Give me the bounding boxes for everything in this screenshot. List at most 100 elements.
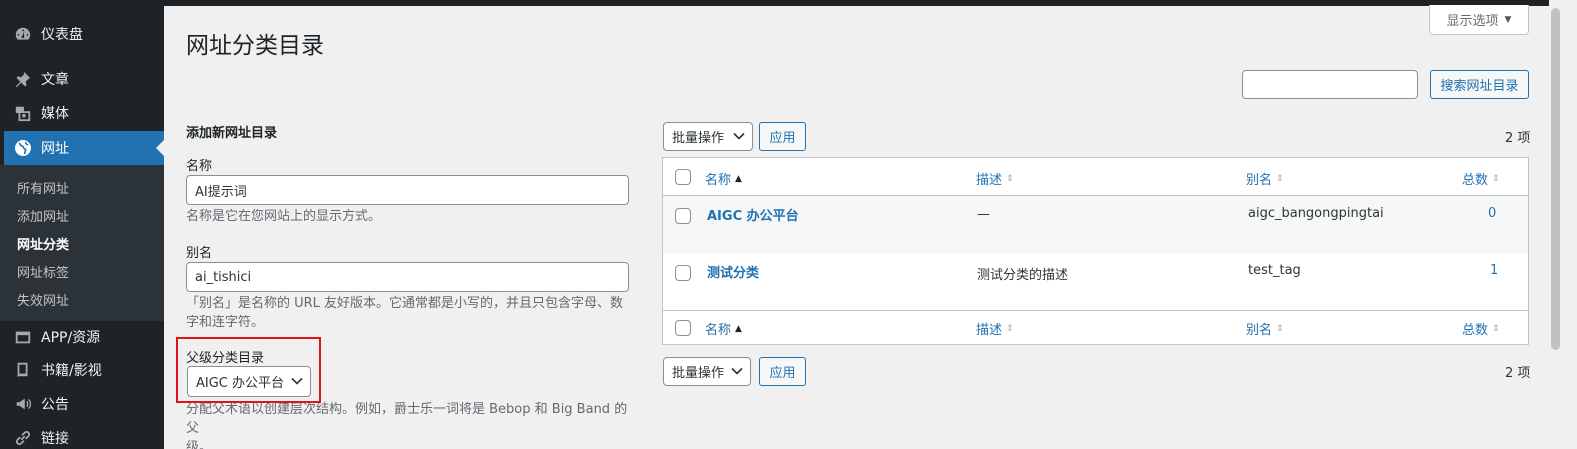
column-label: 总数: [1462, 323, 1489, 338]
column-label: 别名: [1246, 323, 1273, 338]
urls-submenu: 所有网址 添加网址 网址分类 网址标签 失效网址: [0, 165, 164, 321]
page-title: 网址分类目录: [186, 33, 324, 59]
menu-label: 公告: [41, 397, 69, 413]
search-button[interactable]: 搜索网址目录: [1430, 70, 1529, 99]
slug-input[interactable]: ai_tishici: [186, 262, 629, 292]
apply-button-bottom[interactable]: 应用: [759, 357, 806, 386]
menu-label: 文章: [41, 72, 69, 88]
media-icon: [13, 103, 33, 123]
menu-item-media[interactable]: 媒体: [0, 96, 164, 130]
megaphone-icon: [13, 394, 33, 414]
category-description: 测试分类的描述: [977, 268, 1069, 283]
column-label: 总数: [1462, 173, 1489, 188]
parent-help-line: 分配父术语以创建层次结构。例如，爵士乐一词将是 Bebop 和 Big Band…: [186, 402, 628, 436]
sort-asc-icon: ▲: [735, 173, 742, 184]
column-description-header[interactable]: 描述 ⇕: [976, 169, 1014, 188]
menu-label: 仪表盘: [41, 27, 83, 43]
column-label: 描述: [976, 323, 1003, 338]
name-input[interactable]: AI提示词: [186, 175, 629, 205]
slug-help-line: 字和连字符。: [186, 315, 265, 330]
sort-icon: ⇕: [1492, 173, 1500, 184]
category-name-link[interactable]: AIGC 办公平台: [707, 205, 799, 224]
category-slug: test_tag: [1248, 263, 1301, 278]
menu-item-apps[interactable]: APP/资源: [0, 320, 164, 354]
scrollbar-thumb[interactable]: [1551, 8, 1560, 350]
menu-label: APP/资源: [41, 330, 101, 346]
name-help: 名称是它在您网站上的显示方式。: [186, 209, 382, 224]
bulk-actions-value: 批量操作: [672, 131, 725, 146]
apply-button-top[interactable]: 应用: [759, 122, 806, 151]
menu-label: 网址: [41, 141, 69, 157]
bulk-actions-select-top[interactable]: 批量操作: [663, 122, 753, 151]
add-category-heading: 添加新网址目录: [186, 126, 278, 141]
column-label: 名称: [705, 323, 732, 338]
table-row: 测试分类 测试分类的描述 test_tag 1: [663, 253, 1528, 310]
screen-options-button[interactable]: 显示选项 ▼: [1429, 5, 1529, 35]
bulk-actions-value: 批量操作: [672, 366, 725, 381]
sort-icon: ⇕: [1006, 323, 1014, 334]
column-label: 名称: [705, 173, 732, 188]
menu-label: 媒体: [41, 106, 69, 122]
menu-item-posts[interactable]: 文章: [0, 62, 164, 96]
menu-item-urls[interactable]: 网址: [4, 131, 164, 165]
chevron-down-icon: [733, 129, 745, 144]
menu-item-books[interactable]: 书籍/影视: [0, 353, 164, 387]
items-count-bottom: 2 项: [1505, 366, 1531, 381]
categories-table: 名称 ▲ 描述 ⇕ 别名 ⇕ 总数 ⇕ AIGC 办公平台 — aigc_ban…: [662, 157, 1529, 345]
column-description-footer[interactable]: 描述 ⇕: [976, 319, 1014, 338]
bulk-actions-select-bottom[interactable]: 批量操作: [663, 357, 751, 386]
parent-help-line: 级。: [186, 440, 213, 449]
sort-icon: ⇕: [1276, 173, 1284, 184]
menu-label: 链接: [41, 431, 69, 447]
submenu-all-urls[interactable]: 所有网址: [17, 178, 69, 197]
submenu-dead-urls[interactable]: 失效网址: [17, 290, 69, 309]
table-footer: 名称 ▲ 描述 ⇕ 别名 ⇕ 总数 ⇕: [663, 310, 1528, 344]
admin-toolbar: [0, 0, 1577, 6]
menu-label: 书籍/影视: [41, 363, 102, 379]
submenu-url-tags[interactable]: 网址标签: [17, 262, 69, 281]
category-description: —: [977, 207, 990, 222]
select-all-checkbox-footer[interactable]: [675, 320, 691, 336]
sort-icon: ⇕: [1492, 323, 1500, 334]
select-all-checkbox[interactable]: [675, 169, 691, 185]
search-input[interactable]: [1242, 70, 1418, 99]
menu-item-links[interactable]: 链接: [0, 421, 164, 449]
category-name-link[interactable]: 测试分类: [707, 262, 759, 281]
slug-help-line: 「别名」是名称的 URL 友好版本。它通常都是小写的，并且只包含字母、数: [186, 296, 624, 311]
app-icon: [13, 327, 33, 347]
submenu-url-categories[interactable]: 网址分类: [17, 234, 69, 253]
sort-icon: ⇕: [1006, 173, 1014, 184]
category-slug: aigc_bangongpingtai: [1248, 206, 1384, 221]
parent-help: 分配父术语以创建层次结构。例如，爵士乐一词将是 Bebop 和 Big Band…: [186, 400, 631, 449]
column-name-footer[interactable]: 名称 ▲: [705, 319, 742, 338]
name-input-value: AI提示词: [195, 184, 247, 200]
globe-icon: [13, 138, 33, 158]
column-count-header[interactable]: 总数 ⇕: [1462, 169, 1500, 188]
sort-icon: ⇕: [1276, 323, 1284, 334]
column-count-footer[interactable]: 总数 ⇕: [1462, 319, 1500, 338]
name-label: 名称: [186, 159, 213, 174]
slug-help: 「别名」是名称的 URL 友好版本。它通常都是小写的，并且只包含字母、数 字和连…: [186, 294, 631, 332]
annotation-highlight-box: [176, 337, 321, 403]
row-checkbox[interactable]: [675, 208, 691, 224]
slug-label: 别名: [186, 246, 213, 261]
category-count-link[interactable]: 1: [1490, 263, 1498, 278]
column-slug-header[interactable]: 别名 ⇕: [1246, 169, 1284, 188]
submenu-add-url[interactable]: 添加网址: [17, 206, 69, 225]
book-icon: [13, 360, 33, 380]
chevron-down-icon: [731, 364, 743, 379]
screen-options-label: 显示选项: [1446, 14, 1499, 29]
admin-sidebar: 仪表盘 文章 媒体 网址 所有网址 添加网址 网址分类 网址标签 失效网址 AP…: [0, 0, 164, 449]
row-checkbox[interactable]: [675, 265, 691, 281]
column-label: 描述: [976, 173, 1003, 188]
column-name-header[interactable]: 名称 ▲: [705, 169, 742, 188]
slug-input-value: ai_tishici: [195, 269, 252, 285]
link-icon: [13, 428, 33, 448]
column-slug-footer[interactable]: 别名 ⇕: [1246, 319, 1284, 338]
menu-item-announcements[interactable]: 公告: [0, 387, 164, 421]
sort-asc-icon: ▲: [735, 323, 742, 334]
menu-item-dashboard[interactable]: 仪表盘: [0, 17, 164, 51]
pushpin-icon: [13, 69, 33, 89]
table-row: AIGC 办公平台 — aigc_bangongpingtai 0: [663, 196, 1528, 253]
category-count-link[interactable]: 0: [1488, 206, 1496, 221]
